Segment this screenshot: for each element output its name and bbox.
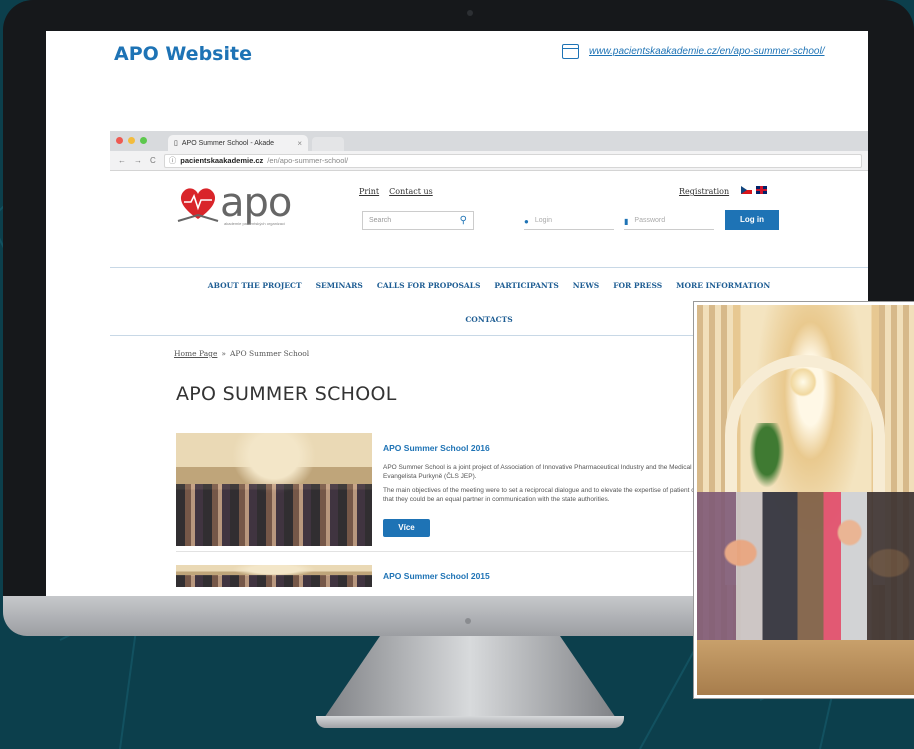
nav-more-information[interactable]: MORE INFORMATION	[676, 281, 770, 290]
address-bar[interactable]: ⓘ pacientskaakademie.cz/en/apo-summer-sc…	[163, 153, 862, 168]
article-paragraph: The main objectives of the meeting were …	[383, 487, 739, 503]
website-url-text[interactable]: www.pacientskaakademie.cz/en/apo-summer-…	[589, 46, 824, 57]
browser-tab-title: APO Summer School - Akade	[181, 139, 275, 147]
contact-us-link[interactable]: Contact us	[389, 187, 433, 196]
registration-link[interactable]: Registration	[679, 187, 729, 196]
article-title-link[interactable]: APO Summer School 2015	[383, 571, 490, 581]
article-title-link[interactable]: APO Summer School 2016	[383, 443, 490, 453]
nav-seminars[interactable]: SEMINARS	[316, 281, 363, 290]
uk-flag-icon[interactable]	[756, 186, 767, 194]
top-links: Print Contact us	[359, 187, 433, 196]
close-window-button[interactable]	[116, 137, 123, 144]
nav-top-divider	[110, 267, 868, 268]
article-thumbnail[interactable]	[176, 433, 372, 546]
login-placeholder: Login	[534, 217, 552, 224]
address-path: /en/apo-summer-school/	[267, 156, 349, 165]
more-button[interactable]: Více	[383, 519, 430, 537]
page-title: APO Website	[114, 43, 252, 65]
page-heading: APO SUMMER SCHOOL	[176, 383, 397, 405]
heart-logo-icon	[177, 188, 219, 222]
monitor-logo-dot	[465, 618, 471, 624]
article-divider	[176, 551, 766, 552]
website-url-link[interactable]: www.pacientskaakademie.cz/en/apo-summer-…	[562, 44, 824, 59]
article-thumbnail[interactable]	[176, 565, 372, 587]
window-controls	[116, 137, 147, 144]
main-nav: ABOUT THE PROJECT SEMINARS CALLS FOR PRO…	[110, 281, 868, 290]
site-header: apo akademie pacientských organizací Pri…	[110, 171, 868, 243]
search-input[interactable]: Search ⚲	[362, 211, 474, 230]
browser-toolbar: ← → C ⓘ pacientskaakademie.cz/en/apo-sum…	[110, 151, 868, 171]
print-link[interactable]: Print	[359, 187, 379, 196]
breadcrumb-separator: »	[221, 349, 227, 358]
camera-dot	[467, 10, 473, 16]
info-icon[interactable]: ⓘ	[169, 155, 177, 166]
search-icon[interactable]: ⚲	[460, 216, 467, 226]
article-excerpt: APO Summer School is a joint project of …	[383, 463, 743, 509]
nav-calls-for-proposals[interactable]: CALLS FOR PROPOSALS	[377, 281, 481, 290]
nav-for-press[interactable]: FOR PRESS	[613, 281, 662, 290]
nav-about-the-project[interactable]: ABOUT THE PROJECT	[208, 281, 302, 290]
new-tab-button[interactable]	[312, 137, 344, 151]
maximize-window-button[interactable]	[140, 137, 147, 144]
login-field[interactable]: ● Login	[524, 211, 614, 230]
tab-close-icon[interactable]: ×	[297, 139, 302, 148]
breadcrumb: Home Page » APO Summer School	[174, 349, 309, 358]
language-switcher	[741, 186, 767, 194]
monitor-base	[316, 716, 624, 728]
browser-window-icon	[562, 44, 579, 59]
event-photo	[694, 302, 914, 698]
nav-news[interactable]: NEWS	[573, 281, 599, 290]
user-icon: ●	[524, 217, 529, 226]
czech-flag-icon[interactable]	[741, 186, 752, 194]
browser-tab-strip: ▯ APO Summer School - Akade ×	[110, 131, 868, 151]
nav-contacts[interactable]: CONTACTS	[465, 315, 512, 324]
logo-text: apo	[220, 180, 292, 226]
event-photo-image	[697, 305, 914, 695]
search-placeholder: Search	[369, 217, 392, 224]
page-icon: ▯	[174, 140, 178, 147]
article-paragraph: APO Summer School is a joint project of …	[383, 464, 735, 480]
address-domain: pacientskaakademie.cz	[180, 156, 264, 165]
forward-icon[interactable]: →	[134, 156, 142, 165]
browser-tab[interactable]: ▯ APO Summer School - Akade ×	[168, 135, 308, 151]
logo-subtitle: akademie pacientských organizací	[224, 221, 286, 226]
nav-participants[interactable]: PARTICIPANTS	[494, 281, 558, 290]
breadcrumb-home-link[interactable]: Home Page	[174, 349, 217, 358]
back-icon[interactable]: ←	[118, 156, 126, 165]
password-field[interactable]: ▮ Password	[624, 211, 714, 230]
login-button[interactable]: Log in	[725, 210, 779, 230]
password-placeholder: Password	[634, 217, 666, 224]
lock-icon: ▮	[624, 217, 629, 226]
site-logo[interactable]: apo akademie pacientských organizací	[176, 180, 292, 226]
reload-icon[interactable]: C	[150, 156, 156, 165]
minimize-window-button[interactable]	[128, 137, 135, 144]
breadcrumb-current: APO Summer School	[230, 349, 310, 358]
